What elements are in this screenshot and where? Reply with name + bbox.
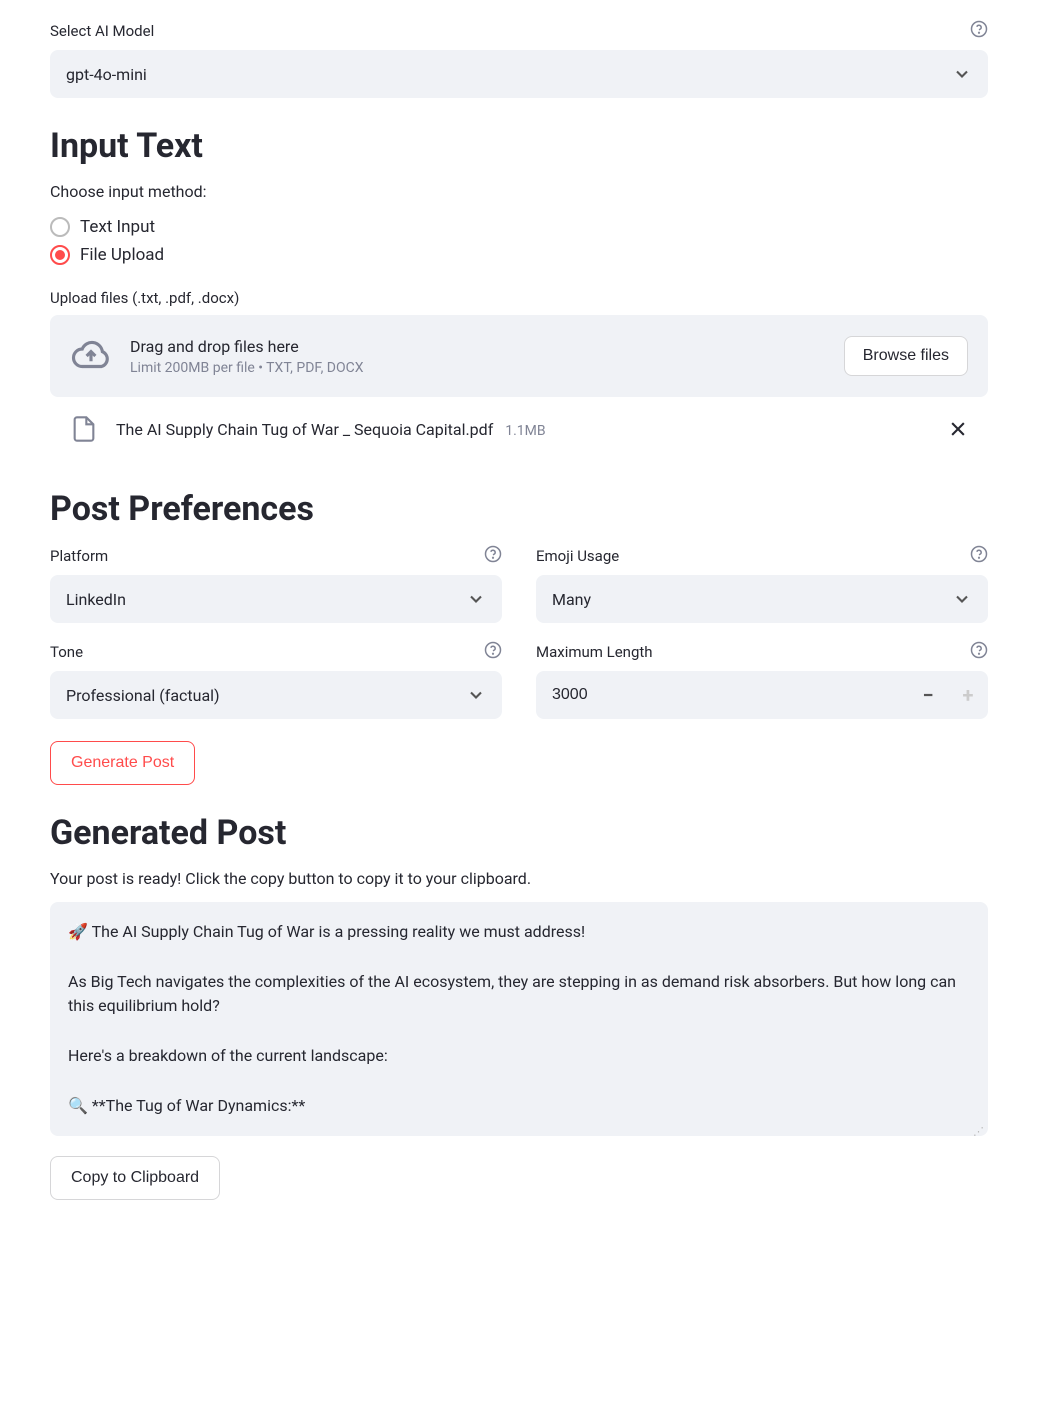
model-select-label: Select AI Model <box>50 22 154 40</box>
chevron-down-icon <box>466 685 486 705</box>
resize-handle-icon[interactable]: ⋰ <box>973 1129 984 1134</box>
tone-label: Tone <box>50 643 83 661</box>
radio-label-file: File Upload <box>80 245 164 265</box>
dropzone-subtitle: Limit 200MB per file • TXT, PDF, DOCX <box>130 360 826 376</box>
model-select[interactable]: gpt-4o-mini <box>50 50 988 98</box>
emoji-select[interactable]: Many <box>536 575 988 623</box>
input-text-heading: Input Text <box>50 126 988 166</box>
uploaded-file-row: The AI Supply Chain Tug of War _ Sequoia… <box>50 397 988 461</box>
radio-text-input[interactable]: Text Input <box>50 213 988 241</box>
platform-select[interactable]: LinkedIn <box>50 575 502 623</box>
upload-dropzone[interactable]: Drag and drop files here Limit 200MB per… <box>50 315 988 397</box>
emoji-label: Emoji Usage <box>536 547 619 565</box>
help-icon[interactable] <box>970 20 988 42</box>
model-select-value: gpt-4o-mini <box>66 65 147 84</box>
platform-label: Platform <box>50 547 108 565</box>
file-icon <box>70 415 98 443</box>
stepper-decrement[interactable]: − <box>908 671 948 719</box>
chevron-down-icon <box>466 589 486 609</box>
generated-post-text: 🚀 The AI Supply Chain Tug of War is a pr… <box>68 920 970 1118</box>
post-ready-text: Your post is ready! Click the copy butto… <box>50 869 988 888</box>
browse-files-button[interactable]: Browse files <box>844 336 968 376</box>
platform-value: LinkedIn <box>66 590 126 609</box>
upload-files-label: Upload files (.txt, .pdf, .docx) <box>50 289 988 307</box>
tone-select[interactable]: Professional (factual) <box>50 671 502 719</box>
max-length-stepper[interactable]: − + <box>536 671 988 719</box>
post-preferences-heading: Post Preferences <box>50 489 988 529</box>
chevron-down-icon <box>952 64 972 84</box>
remove-file-icon[interactable] <box>948 419 968 439</box>
stepper-increment[interactable]: + <box>948 671 988 719</box>
max-length-input[interactable] <box>536 672 908 718</box>
tone-value: Professional (factual) <box>66 686 220 705</box>
uploaded-file-size: 1.1MB <box>505 423 545 439</box>
uploaded-file-name: The AI Supply Chain Tug of War _ Sequoia… <box>116 420 493 439</box>
radio-label-text: Text Input <box>80 217 155 237</box>
help-icon[interactable] <box>484 641 502 663</box>
copy-to-clipboard-button[interactable]: Copy to Clipboard <box>50 1156 220 1200</box>
max-length-label: Maximum Length <box>536 643 653 661</box>
chevron-down-icon <box>952 589 972 609</box>
generated-post-output[interactable]: 🚀 The AI Supply Chain Tug of War is a pr… <box>50 902 988 1136</box>
dropzone-title: Drag and drop files here <box>130 337 826 356</box>
input-method-label: Choose input method: <box>50 182 988 201</box>
help-icon[interactable] <box>970 641 988 663</box>
radio-dot <box>55 250 65 260</box>
radio-file-upload[interactable]: File Upload <box>50 241 988 269</box>
input-method-radio-group: Text Input File Upload <box>50 213 988 269</box>
help-icon[interactable] <box>484 545 502 567</box>
radio-circle-selected <box>50 245 70 265</box>
help-icon[interactable] <box>970 545 988 567</box>
cloud-upload-icon <box>70 335 112 377</box>
emoji-value: Many <box>552 590 591 609</box>
generated-post-heading: Generated Post <box>50 813 988 853</box>
radio-circle-unselected <box>50 217 70 237</box>
generate-post-button[interactable]: Generate Post <box>50 741 195 785</box>
